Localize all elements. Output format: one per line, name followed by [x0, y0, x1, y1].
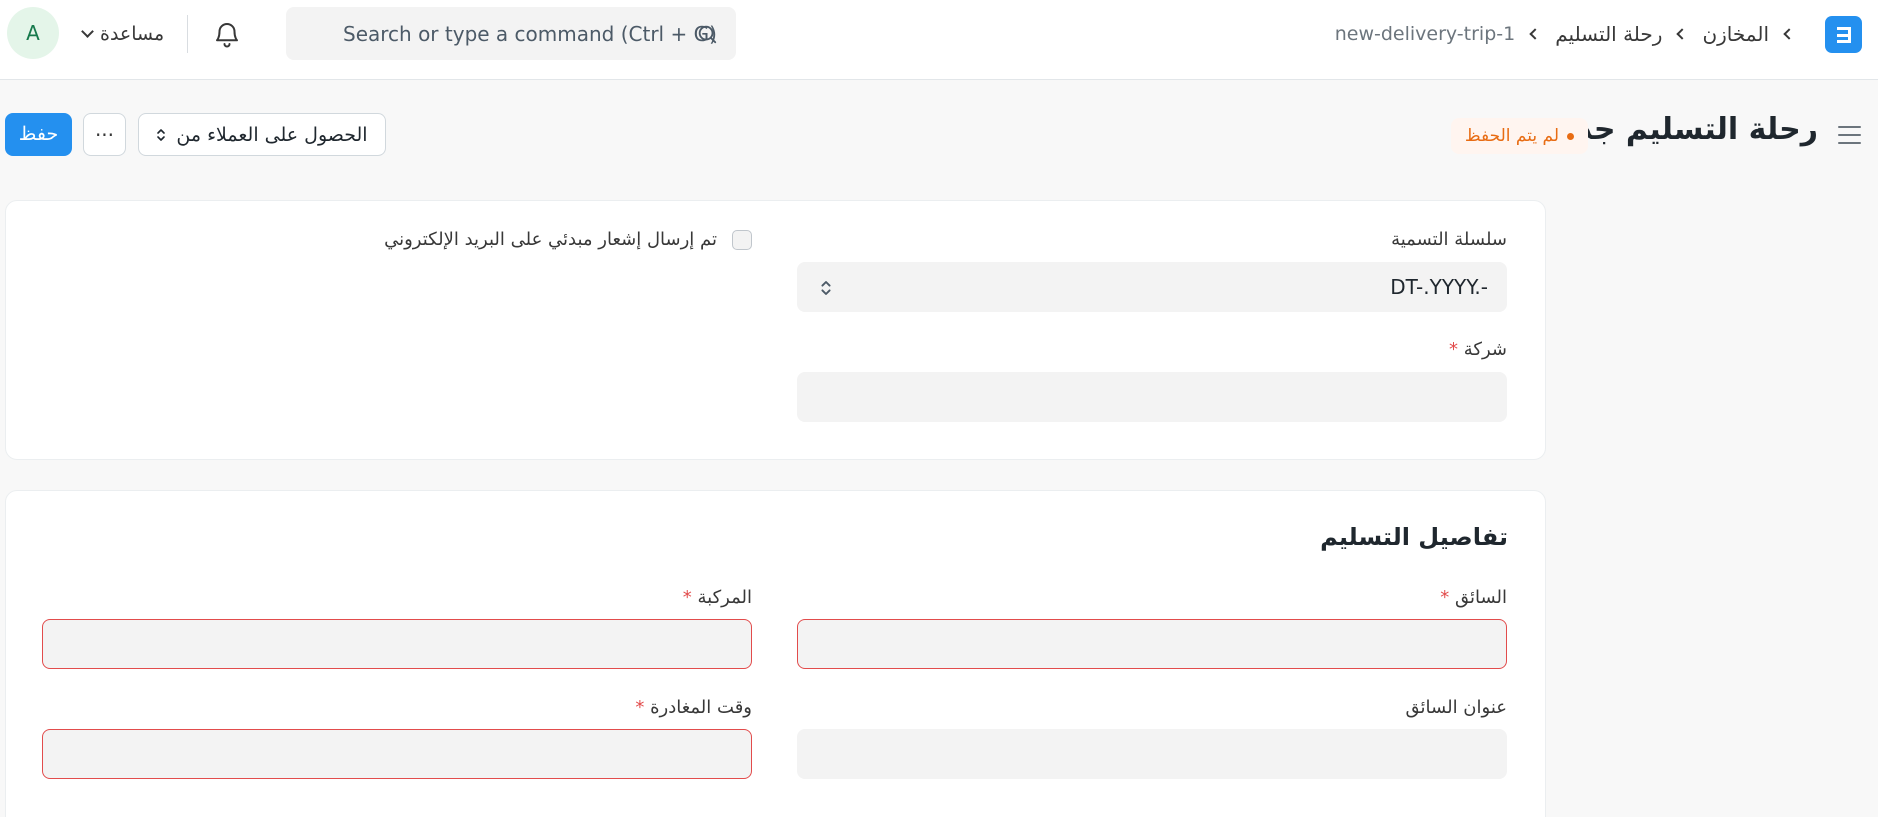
- driver-label-text: السائق: [1454, 587, 1507, 608]
- breadcrumb-separator: [1529, 28, 1541, 40]
- required-indicator: *: [635, 697, 645, 718]
- avatar[interactable]: A: [7, 7, 59, 59]
- naming-series-label: سلسلة التسمية: [1391, 229, 1507, 250]
- app-logo[interactable]: [1825, 16, 1862, 53]
- departure-time-field[interactable]: [42, 729, 752, 779]
- breadcrumb-separator: [1676, 28, 1689, 40]
- status-badge-label: لم يتم الحفظ: [1464, 126, 1559, 146]
- driver-address-field[interactable]: [797, 729, 1507, 779]
- vehicle-label: المركبة *: [683, 587, 752, 608]
- form-section-delivery-details: تفاصيل التسليم السائق * المركبة * عنوان …: [5, 490, 1546, 817]
- driver-address-label: عنوان السائق: [1405, 697, 1507, 718]
- breadcrumb-delivery-trip[interactable]: رحلة التسليم: [1555, 22, 1662, 46]
- navbar: A مساعدة Search or type a command (Ctrl …: [0, 0, 1878, 80]
- get-customers-button[interactable]: الحصول على العملاء من: [138, 113, 386, 156]
- app-logo-glyph: [1836, 26, 1851, 43]
- help-dropdown[interactable]: مساعدة: [81, 20, 165, 48]
- help-label: مساعدة: [100, 23, 165, 45]
- updown-icon: [821, 281, 831, 295]
- chevron-down-icon: [81, 25, 94, 38]
- required-indicator: *: [1449, 339, 1459, 360]
- search-icon: [698, 25, 717, 44]
- company-field[interactable]: [797, 372, 1507, 422]
- get-customers-label: الحصول على العملاء من: [176, 123, 368, 146]
- page-title: رحلة التسليم جديد: [1547, 112, 1818, 147]
- departure-time-label: وقت المغادرة *: [635, 697, 752, 718]
- vehicle-label-text: المركبة: [697, 587, 752, 608]
- driver-label: السائق *: [1440, 587, 1507, 608]
- avatar-initial: A: [26, 21, 40, 45]
- company-label: شركة *: [1449, 339, 1507, 360]
- breadcrumb-current: new-delivery-trip-1: [1334, 23, 1516, 45]
- email-notification-label: تم إرسال إشعار مبدئي على البريد الإلكترو…: [384, 229, 717, 250]
- naming-series-select[interactable]: DT-.YYYY.-: [797, 262, 1507, 312]
- breadcrumb: المخازن رحلة التسليم new-delivery-trip-1: [1334, 20, 1795, 48]
- email-notification-checkbox[interactable]: [732, 230, 752, 250]
- driver-field[interactable]: [797, 619, 1507, 669]
- status-badge: لم يتم الحفظ: [1450, 118, 1588, 154]
- bell-icon[interactable]: [212, 18, 242, 50]
- breadcrumb-separator: [1783, 28, 1795, 40]
- vehicle-field[interactable]: [42, 619, 752, 669]
- required-indicator: *: [1440, 587, 1450, 608]
- menu-icon[interactable]: [1837, 124, 1862, 146]
- breadcrumb-stock[interactable]: المخازن: [1702, 22, 1769, 46]
- save-button[interactable]: حفظ: [5, 113, 72, 156]
- nav-divider: [187, 15, 188, 53]
- updown-icon: [157, 128, 166, 141]
- search-input[interactable]: Search or type a command (Ctrl + G): [343, 22, 717, 46]
- company-label-text: شركة: [1463, 339, 1507, 360]
- departure-time-label-text: وقت المغادرة: [650, 697, 752, 718]
- more-actions-button[interactable]: ···: [83, 113, 126, 156]
- required-indicator: *: [682, 587, 692, 608]
- status-dot: [1567, 132, 1574, 140]
- section-title: تفاصيل التسليم: [1320, 523, 1508, 551]
- search-bar[interactable]: Search or type a command (Ctrl + G): [286, 7, 736, 60]
- form-section-main: سلسلة التسمية DT-.YYYY.- شركة * تم إرسال…: [5, 200, 1546, 460]
- naming-series-value: DT-.YYYY.-: [1390, 275, 1488, 299]
